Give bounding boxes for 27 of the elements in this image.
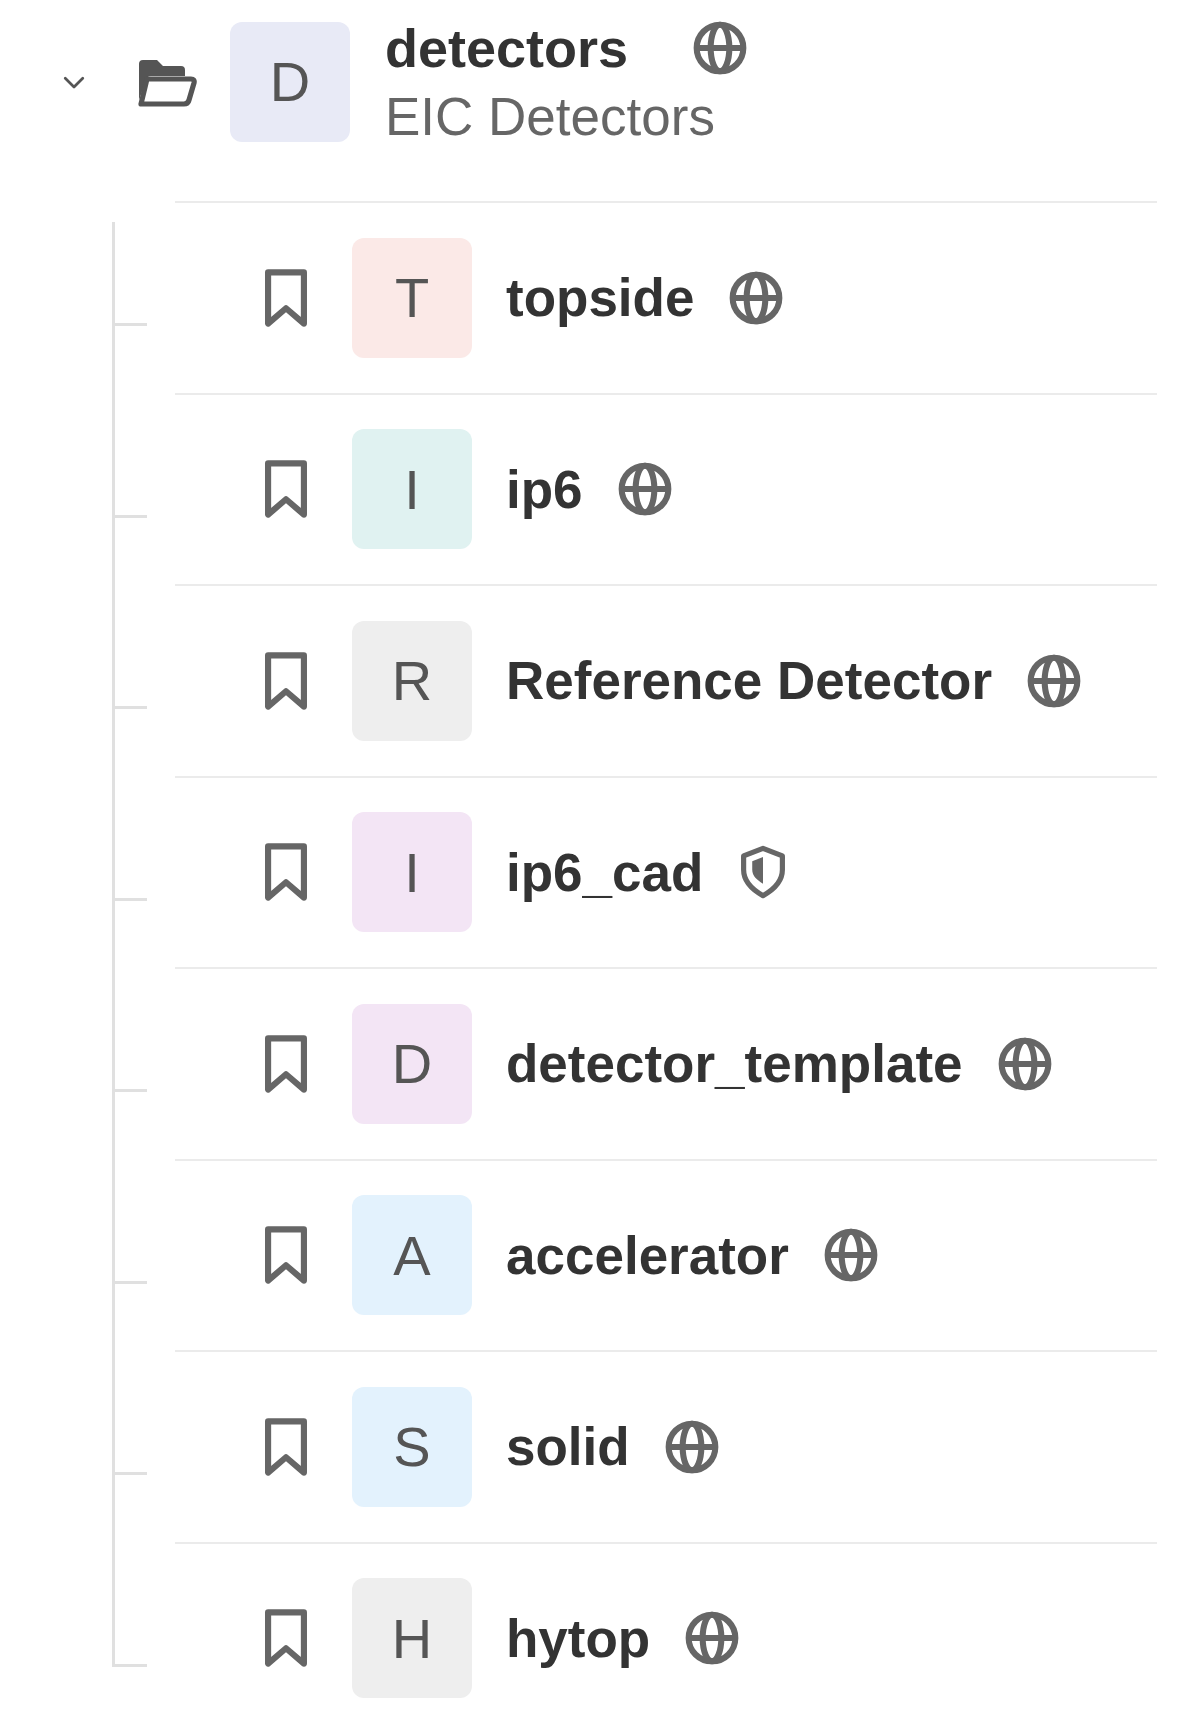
globe-icon (616, 461, 673, 518)
project-name[interactable]: solid (506, 1416, 630, 1478)
avatar: R (352, 620, 472, 741)
project-name[interactable]: hytop (506, 1607, 651, 1669)
globe-icon (1026, 652, 1083, 709)
avatar: H (352, 1578, 472, 1699)
avatar: I (352, 429, 472, 550)
project-name[interactable]: accelerator (506, 1224, 789, 1286)
globe-icon (692, 20, 749, 76)
project-name[interactable]: Reference Detector (506, 650, 993, 712)
project-name[interactable]: topside (506, 267, 695, 329)
project-name[interactable]: detector_template (506, 1033, 963, 1095)
project-description: EIC Detectors (385, 90, 716, 143)
globe-icon (996, 1035, 1053, 1092)
globe-icon (663, 1418, 720, 1475)
project-name[interactable]: ip6 (506, 458, 583, 520)
avatar: I (352, 812, 472, 933)
avatar: A (352, 1195, 472, 1316)
avatar: D (230, 21, 350, 142)
globe-icon (684, 1610, 741, 1667)
project-name[interactable]: ip6_cad (506, 841, 704, 903)
avatar: T (352, 237, 472, 358)
project-title[interactable]: detectors (385, 21, 629, 75)
globe-icon (728, 269, 785, 326)
avatar: D (352, 1003, 472, 1124)
avatar: S (352, 1386, 472, 1507)
globe-icon (822, 1227, 879, 1284)
